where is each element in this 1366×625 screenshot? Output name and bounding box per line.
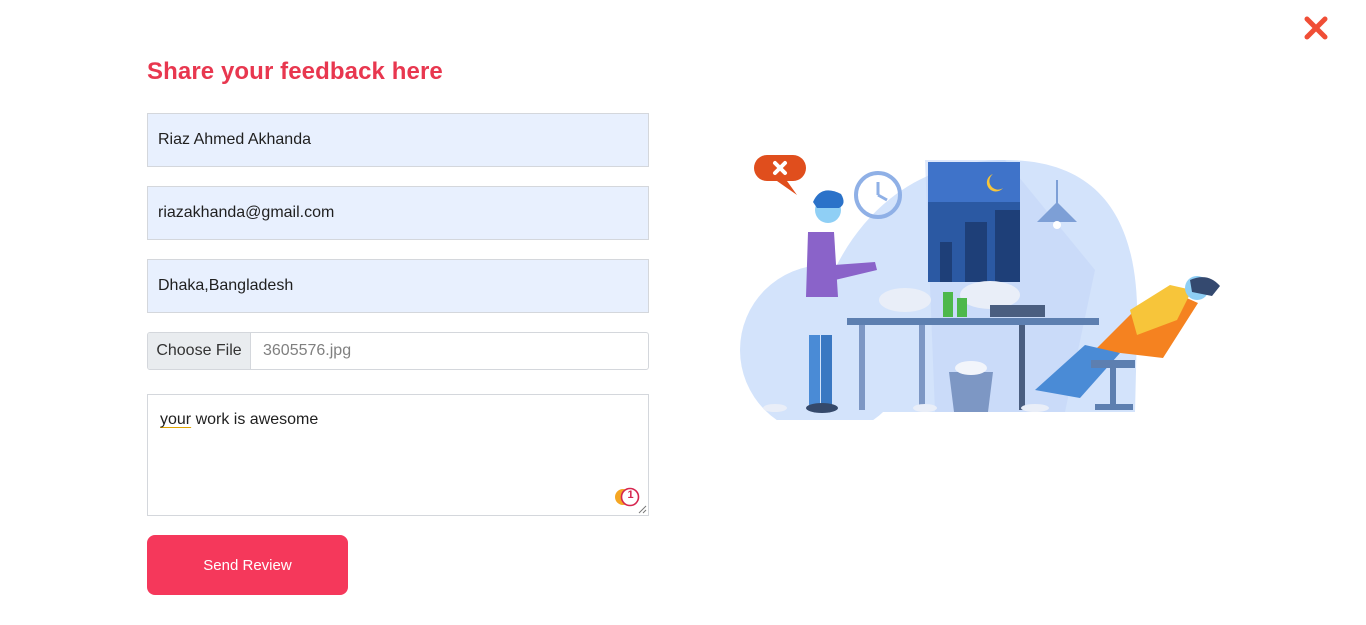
choose-file-button[interactable]: Choose File bbox=[148, 333, 251, 369]
grammarly-count: 1 bbox=[627, 489, 634, 501]
grammarly-icon[interactable]: 1 bbox=[614, 487, 640, 507]
misspelled-word: your bbox=[160, 411, 192, 428]
close-icon[interactable] bbox=[1302, 14, 1330, 42]
message-rest: work is awesome bbox=[191, 411, 319, 428]
message-text: your work is awesome bbox=[160, 411, 318, 429]
page-title: Share your feedback here bbox=[147, 58, 443, 85]
file-upload-field[interactable]: Choose File 3605576.jpg bbox=[147, 332, 649, 370]
name-field[interactable] bbox=[147, 113, 649, 167]
address-field[interactable] bbox=[147, 259, 649, 313]
send-review-button[interactable]: Send Review bbox=[147, 535, 348, 595]
file-name-label: 3605576.jpg bbox=[263, 342, 352, 359]
email-field[interactable] bbox=[147, 186, 649, 240]
message-textarea[interactable]: your work is awesome 1 bbox=[147, 394, 649, 516]
resize-grip-icon[interactable] bbox=[638, 505, 647, 514]
office-illustration bbox=[740, 155, 1220, 420]
feedback-modal: Share your feedback here Choose File 360… bbox=[0, 0, 1366, 625]
